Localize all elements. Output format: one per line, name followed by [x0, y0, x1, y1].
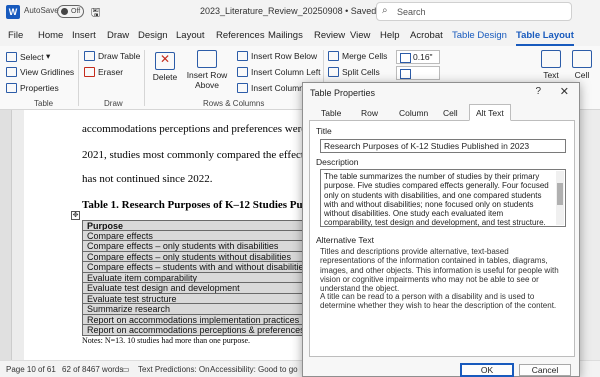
- gridlines-icon: [6, 67, 17, 77]
- body-text-line: accommodations perceptions and preferenc…: [82, 123, 323, 135]
- search-input[interactable]: ⌕ Search: [376, 2, 572, 21]
- body-text-line: 2021, studies most commonly compared the…: [82, 149, 321, 161]
- description-scrollbar[interactable]: [556, 171, 564, 225]
- tab-row[interactable]: Row: [361, 108, 378, 118]
- help-icon[interactable]: ?: [535, 86, 541, 97]
- tab-help[interactable]: Help: [380, 30, 400, 41]
- column-width-input[interactable]: [396, 66, 440, 80]
- select-icon: [6, 51, 17, 62]
- ribbon-tab-row: File Home Insert Draw Design Layout Refe…: [0, 24, 600, 46]
- tab-table[interactable]: Table: [321, 108, 341, 118]
- alt-description-textarea[interactable]: The table summarizes the number of studi…: [320, 169, 566, 227]
- insert-below-icon: [237, 51, 248, 61]
- close-icon[interactable]: ✕: [560, 85, 569, 98]
- description-text: The table summarizes the number of studi…: [324, 172, 549, 227]
- autosave-toggle[interactable]: Off: [57, 5, 84, 18]
- table-move-handle-icon[interactable]: ✥: [71, 211, 80, 220]
- page-count[interactable]: Page 10 of 61: [6, 365, 56, 374]
- tab-acrobat[interactable]: Acrobat: [410, 30, 443, 41]
- text-direction-button[interactable]: Text: [540, 50, 562, 80]
- text-predictions-status[interactable]: Text Predictions: On: [138, 365, 210, 374]
- tab-design[interactable]: Design: [138, 30, 168, 41]
- delete-icon: [155, 52, 175, 70]
- ribbon-separator: [144, 50, 145, 106]
- draw-table-button[interactable]: Draw Table: [84, 51, 140, 61]
- cell-margins-icon: [572, 50, 592, 68]
- alt-text-panel: Title Research Purposes of K-12 Studies …: [309, 121, 575, 357]
- split-cells-button[interactable]: Split Cells: [328, 67, 380, 77]
- merge-cells-icon: [328, 51, 339, 61]
- view-gridlines-button[interactable]: View Gridlines: [6, 67, 74, 77]
- tab-review[interactable]: Review: [314, 30, 345, 41]
- properties-icon: [6, 83, 17, 93]
- row-height-input[interactable]: 0.16": [396, 50, 440, 64]
- group-label-draw: Draw: [104, 99, 123, 108]
- search-placeholder: Search: [397, 6, 426, 17]
- tab-view[interactable]: View: [350, 30, 370, 41]
- insert-left-icon: [237, 67, 248, 77]
- body-text-line: has not continued since 2022.: [82, 173, 213, 185]
- properties-button[interactable]: Properties: [6, 83, 59, 93]
- proofing-icon[interactable]: ▭: [122, 365, 130, 374]
- ok-button[interactable]: OK: [460, 363, 514, 377]
- title-bar: W AutoSave Off 🖫 2023_Literature_Review_…: [0, 0, 600, 24]
- title-label: Title: [316, 126, 332, 136]
- alt-text-explanation: A title can be read to a person with a d…: [320, 292, 557, 311]
- save-icon[interactable]: 🖫: [91, 4, 100, 23]
- search-icon: ⌕: [382, 5, 388, 16]
- table-caption: Table 1. Research Purposes of K–12 Studi…: [82, 199, 320, 211]
- insert-row-below-button[interactable]: Insert Row Below: [237, 51, 317, 61]
- dialog-title: Table Properties: [310, 88, 376, 98]
- dialog-tabs: Table Row Column Cell Alt Text: [309, 104, 575, 121]
- tab-mailings[interactable]: Mailings: [268, 30, 303, 41]
- document-name[interactable]: 2023_Literature_Review_20250908 • Saved: [200, 6, 376, 16]
- tab-alt-text[interactable]: Alt Text: [469, 104, 511, 121]
- select-button[interactable]: Select ▾: [6, 51, 50, 62]
- autosave-label: AutoSave: [24, 6, 59, 15]
- insert-right-icon: [237, 83, 248, 93]
- tab-draw[interactable]: Draw: [107, 30, 129, 41]
- alt-text-explanation: Titles and descriptions provide alternat…: [320, 247, 559, 294]
- tab-insert[interactable]: Insert: [72, 30, 96, 41]
- vertical-ruler: [0, 110, 12, 360]
- insert-above-icon: [197, 50, 217, 68]
- group-label-rows-columns: Rows & Columns: [203, 99, 265, 108]
- description-label: Description: [316, 157, 359, 167]
- insert-row-above-button[interactable]: Insert Row Above: [184, 50, 230, 90]
- tab-table-design[interactable]: Table Design: [452, 30, 507, 41]
- ribbon-separator: [78, 50, 79, 106]
- tab-table-layout[interactable]: Table Layout: [516, 30, 574, 46]
- word-count[interactable]: 62 of 8467 words: [62, 365, 123, 374]
- eraser-button[interactable]: Eraser: [84, 67, 123, 77]
- tab-layout[interactable]: Layout: [176, 30, 205, 41]
- tab-file[interactable]: File: [8, 30, 23, 41]
- tab-column[interactable]: Column: [399, 108, 428, 118]
- accessibility-status[interactable]: Accessibility: Good to go: [210, 365, 298, 374]
- merge-cells-button[interactable]: Merge Cells: [328, 51, 387, 61]
- table-notes: Notes: N=13. 10 studies had more than on…: [82, 336, 251, 345]
- cancel-button[interactable]: Cancel: [519, 364, 571, 376]
- tab-cell[interactable]: Cell: [443, 108, 458, 118]
- split-cells-icon: [328, 67, 339, 77]
- group-label-table: Table: [34, 99, 54, 108]
- alt-text-heading: Alternative Text: [316, 235, 374, 245]
- delete-button[interactable]: Delete: [150, 52, 180, 82]
- cell-margins-button[interactable]: Cell: [570, 50, 594, 80]
- tab-home[interactable]: Home: [38, 30, 63, 41]
- word-app-icon: W: [6, 5, 20, 19]
- table-properties-dialog: Table Properties ? ✕ Table Row Column Ce…: [302, 82, 580, 377]
- alt-title-input[interactable]: Research Purposes of K-12 Studies Publis…: [320, 139, 566, 153]
- text-direction-icon: [541, 50, 561, 68]
- tab-references[interactable]: References: [216, 30, 265, 41]
- insert-column-left-button[interactable]: Insert Column Left: [237, 67, 320, 77]
- draw-table-icon: [84, 51, 95, 61]
- eraser-icon: [84, 67, 95, 77]
